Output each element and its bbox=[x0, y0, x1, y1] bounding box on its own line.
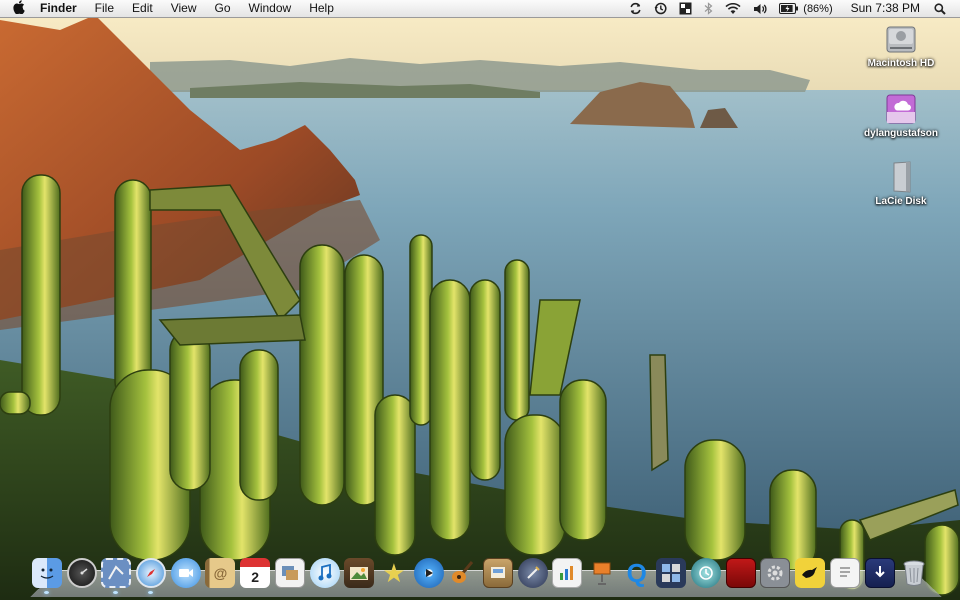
dock-imovie[interactable]: ★ bbox=[379, 558, 409, 588]
ical-date-badge: 2 bbox=[251, 569, 260, 585]
dock-spaces[interactable] bbox=[656, 558, 687, 588]
dock-running-indicator bbox=[44, 591, 49, 594]
menu-app-finder[interactable]: Finder bbox=[30, 0, 86, 17]
dock-mail[interactable] bbox=[101, 558, 132, 594]
downloads-stack-icon bbox=[864, 558, 895, 588]
dock-ichat[interactable] bbox=[170, 558, 201, 588]
wifi-icon[interactable] bbox=[725, 0, 741, 17]
dashboard-icon bbox=[66, 558, 97, 588]
ical-icon: 2 bbox=[240, 558, 271, 588]
idvd-icon bbox=[413, 558, 444, 588]
bluetooth-icon[interactable] bbox=[704, 0, 713, 17]
dock-trash[interactable] bbox=[899, 558, 929, 588]
address-book-icon: @ bbox=[205, 558, 236, 588]
garageband-icon bbox=[448, 558, 478, 588]
system-preferences-icon bbox=[760, 558, 791, 588]
desktop-icon-label: LaCie Disk bbox=[875, 196, 927, 207]
desktop-icon-dylangustafson[interactable]: dylangustafson bbox=[853, 92, 949, 139]
trash-icon bbox=[899, 558, 929, 588]
dock-quicktime[interactable]: Q bbox=[622, 558, 652, 588]
safari-icon bbox=[136, 558, 167, 588]
dock-numbers[interactable] bbox=[552, 558, 583, 588]
desktop-icon-lacie-disk[interactable]: LaCie Disk bbox=[853, 160, 949, 207]
dock-itunes[interactable] bbox=[309, 558, 340, 588]
iweb-icon bbox=[482, 558, 513, 588]
dock-downloads[interactable] bbox=[864, 558, 895, 588]
twitter-bird-icon bbox=[795, 558, 826, 588]
dock-iweb[interactable] bbox=[482, 558, 513, 588]
dock-address-book[interactable]: @ bbox=[205, 558, 236, 588]
itunes-icon bbox=[309, 558, 340, 588]
dock-time-machine[interactable] bbox=[691, 558, 722, 588]
photo-booth-icon bbox=[725, 558, 756, 588]
spaces-icon[interactable] bbox=[679, 0, 692, 17]
dock: @ 2 ★ Q bbox=[32, 556, 934, 594]
dock-garageband[interactable] bbox=[448, 558, 478, 588]
dock-keynote[interactable] bbox=[587, 558, 617, 588]
spotlight-search-icon[interactable] bbox=[934, 0, 946, 17]
desktop-icon-label: dylangustafson bbox=[864, 128, 938, 139]
mail-icon bbox=[101, 558, 132, 588]
battery-percent: (86%) bbox=[803, 2, 833, 15]
dock-script-editor[interactable] bbox=[517, 558, 548, 588]
dock-iphoto[interactable] bbox=[344, 558, 375, 588]
numbers-icon bbox=[552, 558, 583, 588]
sync-icon[interactable] bbox=[629, 0, 642, 17]
keynote-icon bbox=[587, 558, 617, 588]
menu-help[interactable]: Help bbox=[300, 0, 343, 17]
menu-window[interactable]: Window bbox=[240, 0, 301, 17]
icloud-drive-icon bbox=[884, 92, 918, 126]
dock-idvd[interactable] bbox=[413, 558, 444, 588]
apple-logo-icon[interactable] bbox=[8, 0, 30, 17]
desktop-icon-label: Macintosh HD bbox=[867, 58, 935, 69]
imovie-icon: ★ bbox=[382, 557, 406, 588]
dock-system-preferences[interactable] bbox=[760, 558, 791, 588]
preview-icon bbox=[274, 558, 305, 588]
ichat-icon bbox=[170, 558, 201, 588]
menu-go[interactable]: Go bbox=[206, 0, 240, 17]
time-machine-icon[interactable] bbox=[654, 0, 667, 17]
menu-clock[interactable]: Sun 7:38 PM bbox=[843, 0, 928, 17]
desktop-icon-macintosh-hd[interactable]: Macintosh HD bbox=[853, 22, 949, 69]
menu-bar: Finder File Edit View Go Window Help (86… bbox=[0, 0, 960, 18]
dock-photo-booth[interactable] bbox=[725, 558, 756, 588]
quicktime-icon: Q bbox=[626, 557, 647, 588]
dock-documents[interactable] bbox=[829, 558, 860, 588]
finder-icon bbox=[32, 558, 62, 588]
spaces-app-icon bbox=[656, 558, 687, 588]
battery-icon[interactable]: (86%) bbox=[779, 0, 836, 17]
hard-drive-icon bbox=[884, 22, 918, 56]
dock-preview[interactable] bbox=[274, 558, 305, 588]
dock-twitter[interactable] bbox=[795, 558, 826, 588]
dock-safari[interactable] bbox=[136, 558, 167, 594]
menu-file[interactable]: File bbox=[86, 0, 123, 17]
dock-dashboard[interactable] bbox=[66, 558, 97, 588]
menu-view[interactable]: View bbox=[162, 0, 206, 17]
menu-edit[interactable]: Edit bbox=[123, 0, 162, 17]
documents-stack-icon bbox=[829, 558, 860, 588]
dock-finder[interactable] bbox=[32, 558, 62, 594]
time-machine-app-icon bbox=[691, 558, 722, 588]
dock-ical[interactable]: 2 bbox=[240, 558, 271, 588]
volume-icon[interactable] bbox=[753, 0, 767, 17]
script-editor-icon bbox=[517, 558, 548, 588]
desktop-wallpaper bbox=[0, 0, 960, 600]
iphoto-icon bbox=[344, 558, 375, 588]
external-disk-icon bbox=[884, 160, 918, 194]
